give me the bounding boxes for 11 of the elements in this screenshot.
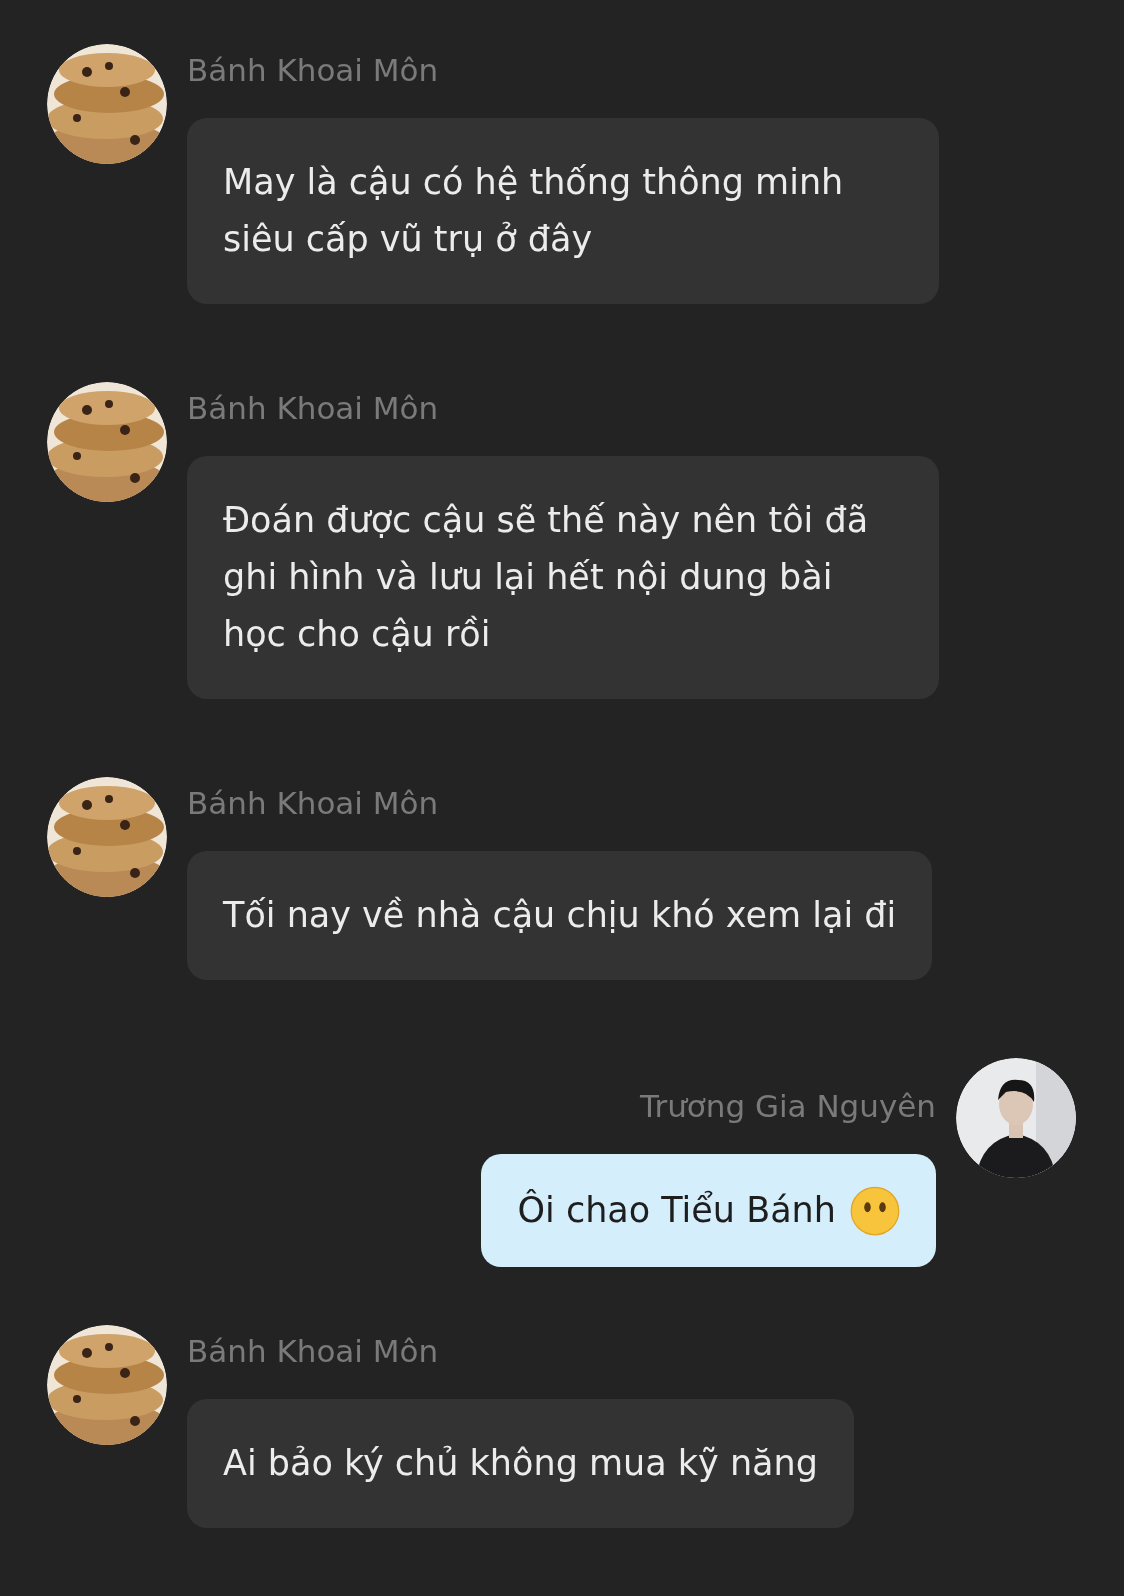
message-bubble: Tối nay về nhà cậu chịu khó xem lại đi xyxy=(187,851,933,980)
sender-name: Bánh Khoai Môn xyxy=(187,52,439,88)
emoji-icon xyxy=(850,1185,900,1236)
sender-name: Bánh Khoai Môn xyxy=(187,390,439,426)
sender-name: Bánh Khoai Môn xyxy=(187,1333,439,1369)
message-bubble: Ai bảo ký chủ không mua kỹ năng xyxy=(187,1399,854,1528)
message-bubble: Ôi chao Tiểu Bánh xyxy=(481,1154,936,1267)
message-bubble: Đoán được cậu sẽ thế này nên tôi đã ghi hình và lưu lại hết nội dung bài học cho cậu rồi xyxy=(187,456,939,699)
sender-name: Bánh Khoai Môn xyxy=(187,785,439,821)
message-bubble: May là cậu có hệ thống thông minh siêu cấp vũ trụ ở đây xyxy=(187,118,939,304)
sender-name: Trương Gia Nguyên xyxy=(640,1088,936,1124)
